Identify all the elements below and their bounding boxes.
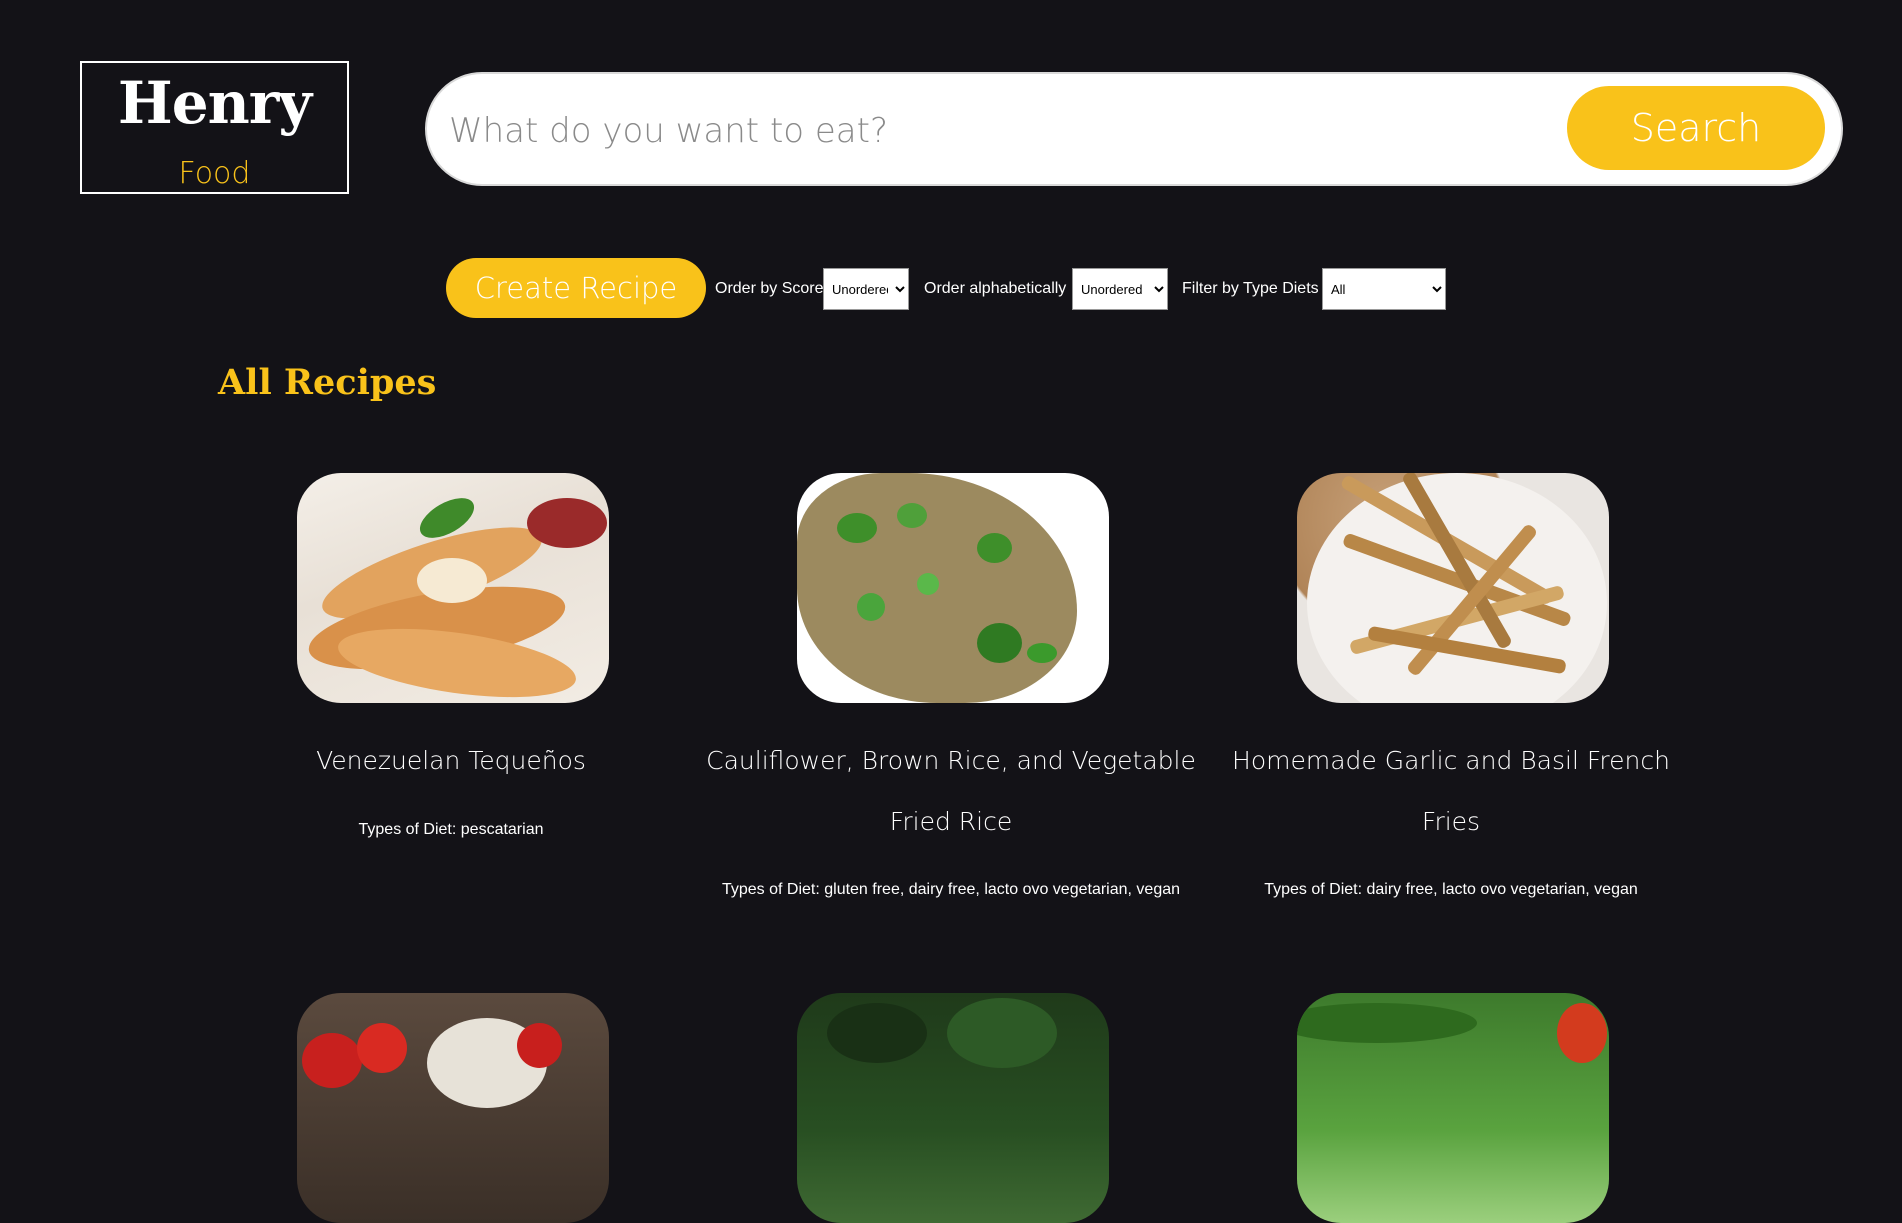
greens-photo[interactable] — [797, 993, 1109, 1223]
logo-title: Henry — [117, 69, 312, 137]
order-score-select[interactable]: Unordered — [823, 268, 909, 310]
french-fries-photo[interactable] — [1297, 473, 1609, 703]
fried-rice-photo[interactable] — [797, 473, 1109, 703]
recipe-title[interactable]: Cauliflower, Brown Rice, and Vegetable F… — [701, 730, 1201, 852]
recipe-card[interactable] — [701, 993, 1201, 1223]
search-input[interactable] — [447, 94, 1531, 168]
recipe-title[interactable]: Homemade Garlic and Basil French Fries — [1201, 730, 1701, 852]
order-alpha-select[interactable]: Unordered — [1072, 268, 1168, 310]
create-recipe-button[interactable]: Create Recipe — [446, 258, 706, 318]
search-button[interactable]: Search — [1567, 86, 1825, 170]
recipe-card[interactable] — [201, 993, 701, 1223]
tequenos-photo[interactable] — [297, 473, 609, 703]
order-score-label: Order by Score — [715, 280, 824, 297]
recipe-card[interactable]: Venezuelan Tequeños Types of Diet: pesca… — [201, 473, 701, 853]
green-onions-photo[interactable] — [1297, 993, 1609, 1223]
filter-diet-select[interactable]: All — [1322, 268, 1446, 310]
section-title: All Recipes — [218, 362, 437, 403]
recipe-card[interactable]: Homemade Garlic and Basil French Fries T… — [1201, 473, 1701, 913]
search-bar: Search — [425, 72, 1843, 186]
filter-diet-label: Filter by Type Diets — [1182, 280, 1319, 297]
recipe-diets: Types of Diet: pescatarian — [358, 821, 544, 838]
recipe-card[interactable]: Cauliflower, Brown Rice, and Vegetable F… — [701, 473, 1201, 913]
recipe-diets: Types of Diet: gluten free, dairy free, … — [721, 881, 1181, 898]
recipe-card[interactable] — [1201, 993, 1701, 1223]
strawberries-photo[interactable] — [297, 993, 609, 1223]
order-alpha-label: Order alphabetically — [924, 280, 1067, 297]
logo-subtitle: Food — [178, 156, 251, 191]
recipe-diets: Types of Diet: dairy free, lacto ovo veg… — [1264, 881, 1638, 898]
recipe-title[interactable]: Venezuelan Tequeños — [201, 730, 701, 791]
logo[interactable]: Henry Food — [80, 61, 349, 194]
